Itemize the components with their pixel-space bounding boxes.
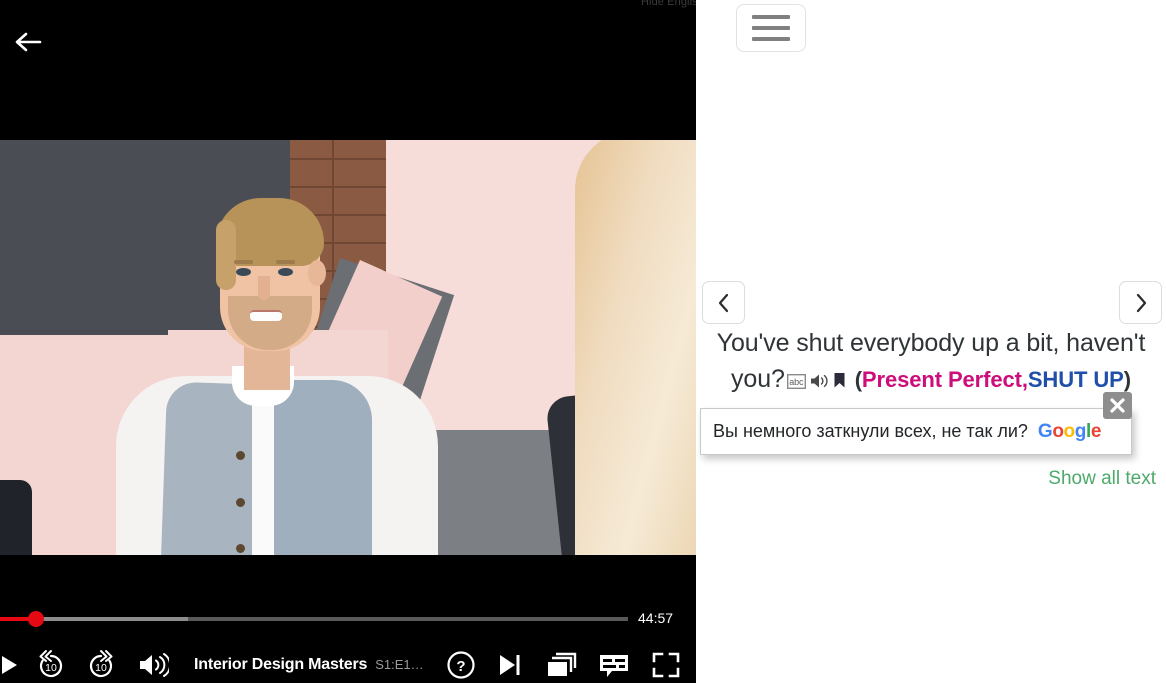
player-top-bar xyxy=(0,0,696,140)
google-letter-o1: o xyxy=(1052,420,1064,442)
subtitle-text-block[interactable]: You've shut everybody up a bit, haven't … xyxy=(706,326,1156,399)
close-icon[interactable] xyxy=(1103,392,1132,419)
abc-icon[interactable]: abc xyxy=(786,364,806,400)
time-remaining-label: 44:57 xyxy=(638,610,674,626)
translation-text: Вы немного заткнули всех, не так ли? xyxy=(713,421,1028,441)
video-scene-image xyxy=(0,140,696,555)
next-episode-icon[interactable] xyxy=(484,643,536,683)
hide-english-label[interactable]: Hide English xyxy=(641,0,696,8)
menu-bar-3 xyxy=(752,37,790,41)
google-letter-g2: g xyxy=(1074,420,1087,442)
forward-10-icon[interactable]: 10 xyxy=(76,643,126,683)
menu-bar-2 xyxy=(752,26,790,30)
episodes-icon[interactable] xyxy=(536,643,588,683)
fullscreen-icon[interactable] xyxy=(640,643,692,683)
volume-icon[interactable] xyxy=(126,643,180,683)
help-icon[interactable]: ? xyxy=(438,643,484,683)
google-translate-link[interactable]: Google xyxy=(1037,420,1102,443)
now-playing-title: Interior Design Masters xyxy=(194,656,368,673)
learning-panel: You've shut everybody up a bit, haven't … xyxy=(696,0,1166,683)
keyword-close-paren: ) xyxy=(1123,366,1131,392)
show-all-text-link[interactable]: Show all text xyxy=(1036,468,1156,490)
google-letter-o2: o xyxy=(1063,420,1076,442)
next-subtitle-button[interactable] xyxy=(1119,281,1162,324)
play-icon[interactable] xyxy=(0,643,26,683)
scrub-handle[interactable] xyxy=(28,611,44,627)
subtitles-icon[interactable] xyxy=(588,643,640,683)
translation-popup: Вы немного заткнули всех, не так ли? Goo… xyxy=(700,408,1132,455)
keyword-present-perfect[interactable]: Present Perfect xyxy=(862,367,1022,392)
google-letter-g: G xyxy=(1037,420,1053,442)
keyword-shut-up[interactable]: SHUT UP xyxy=(1028,367,1124,392)
video-surface[interactable] xyxy=(0,140,696,555)
previous-subtitle-button[interactable] xyxy=(702,281,745,324)
google-letter-e: e xyxy=(1090,420,1102,442)
now-playing-episode: S1:E1… xyxy=(375,657,424,672)
subtitle-line-2-prefix[interactable]: you? xyxy=(731,365,785,393)
svg-text:10: 10 xyxy=(95,662,107,674)
subtitle-line-1[interactable]: You've shut everybody up a bit, haven't xyxy=(706,326,1156,362)
svg-text:?: ? xyxy=(456,658,465,675)
subtitle-line-2[interactable]: you? abc (Present Perfect,SHUT UP) xyxy=(706,362,1156,400)
back-arrow-icon[interactable] xyxy=(8,22,48,62)
control-buttons-row: 10 10 Interior Design Masters S1:E1… ? xyxy=(0,643,696,683)
bookmark-icon[interactable] xyxy=(833,364,846,400)
keyword-open-paren: ( xyxy=(854,366,862,392)
svg-text:10: 10 xyxy=(45,662,57,674)
video-language-learning-app: Hide English xyxy=(0,0,1166,683)
scrub-track[interactable] xyxy=(0,617,628,621)
svg-text:abc: abc xyxy=(789,377,804,387)
progress-bar[interactable]: 44:57 xyxy=(0,605,696,633)
video-player: Hide English xyxy=(0,0,696,683)
menu-icon[interactable] xyxy=(736,4,806,52)
menu-bar-1 xyxy=(752,15,790,19)
player-controls: 44:57 10 10 Interior Design Masters S1:E… xyxy=(0,555,696,683)
rewind-10-icon[interactable]: 10 xyxy=(26,643,76,683)
speaker-icon[interactable] xyxy=(810,364,829,400)
now-playing-info: Interior Design Masters S1:E1… xyxy=(194,656,424,674)
